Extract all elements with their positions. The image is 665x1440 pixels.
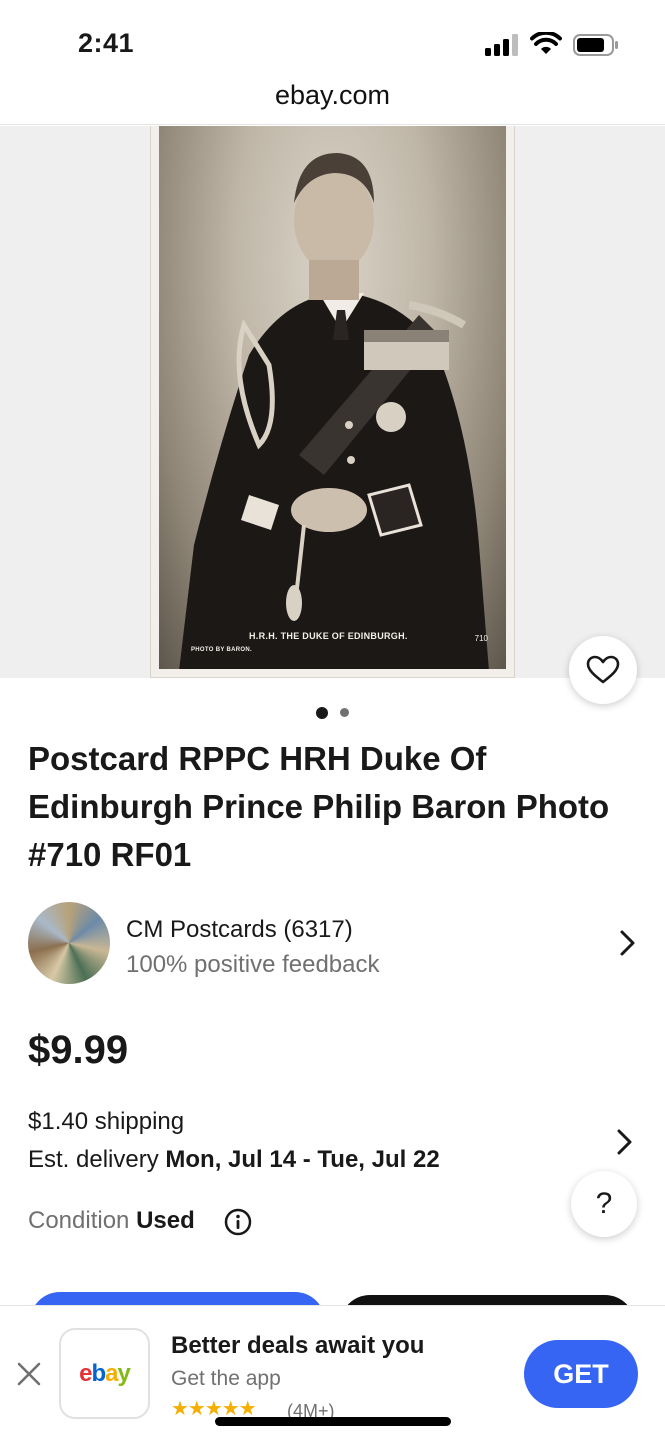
chevron-right-icon[interactable] (618, 928, 638, 958)
listing-title: Postcard RPPC HRH Duke Of Edinburgh Prin… (28, 740, 610, 873)
banner-title: Better deals await you (171, 1332, 425, 1359)
url-text[interactable]: ebay.com (0, 80, 665, 111)
seller-info[interactable]: CM Postcards (6317) 100% positive feedba… (28, 902, 638, 986)
condition: Condition Used (28, 1207, 195, 1235)
banner-subtitle: Get the app (171, 1367, 281, 1390)
app-install-banner: ebay Better deals await you Get the app … (0, 1305, 665, 1440)
seller-name[interactable]: CM Postcards (6317) (126, 916, 353, 944)
help-button[interactable]: ? (571, 1171, 637, 1237)
close-icon[interactable] (16, 1361, 42, 1387)
watchlist-button[interactable] (569, 636, 637, 704)
logo-letter-e: e (79, 1359, 92, 1387)
price: $9.99 (28, 1028, 129, 1072)
photo-credit: PHOTO BY BARON. (191, 647, 252, 653)
condition-label: Condition (28, 1207, 137, 1234)
home-indicator[interactable] (215, 1417, 451, 1426)
listing-photo[interactable]: H.R.H. THE DUKE OF EDINBURGH. PHOTO BY B… (150, 126, 515, 678)
condition-value: Used (136, 1207, 195, 1234)
image-gallery[interactable]: H.R.H. THE DUKE OF EDINBURGH. PHOTO BY B… (0, 126, 665, 678)
estimated-delivery[interactable]: Est. delivery Mon, Jul 14 - Tue, Jul 22 (28, 1146, 440, 1174)
seller-avatar[interactable] (28, 902, 110, 984)
portrait-illustration (179, 153, 489, 669)
cellular-signal-icon (485, 34, 519, 56)
status-time: 2:41 (78, 28, 135, 58)
chevron-right-icon[interactable] (615, 1127, 635, 1157)
logo-letter-a: a (105, 1359, 118, 1387)
logo-letter-b: b (91, 1359, 106, 1387)
delivery-label: Est. delivery (28, 1146, 166, 1173)
ebay-app-logo: ebay (59, 1328, 150, 1419)
heart-icon (586, 655, 620, 684)
seller-feedback: 100% positive feedback (126, 951, 380, 978)
info-icon[interactable] (224, 1208, 252, 1236)
logo-letter-y: y (117, 1359, 131, 1387)
battery-icon (573, 34, 618, 56)
wifi-icon (530, 32, 562, 54)
gallery-pagination[interactable] (0, 704, 665, 719)
address-bar[interactable]: ebay.com (0, 72, 665, 125)
pagination-dot-active[interactable] (315, 706, 328, 719)
pagination-dot[interactable] (340, 708, 350, 718)
photo-number: 710 (474, 634, 488, 643)
photo-caption: H.R.H. THE DUKE OF EDINBURGH. (249, 631, 408, 641)
delivery-dates: Mon, Jul 14 - Tue, Jul 22 (165, 1146, 440, 1173)
shipping-cost[interactable]: $1.40 shipping (28, 1108, 184, 1136)
get-app-button[interactable]: GET (524, 1340, 638, 1408)
postcard-image: H.R.H. THE DUKE OF EDINBURGH. PHOTO BY B… (159, 126, 506, 669)
status-bar: 2:41 (0, 0, 665, 72)
